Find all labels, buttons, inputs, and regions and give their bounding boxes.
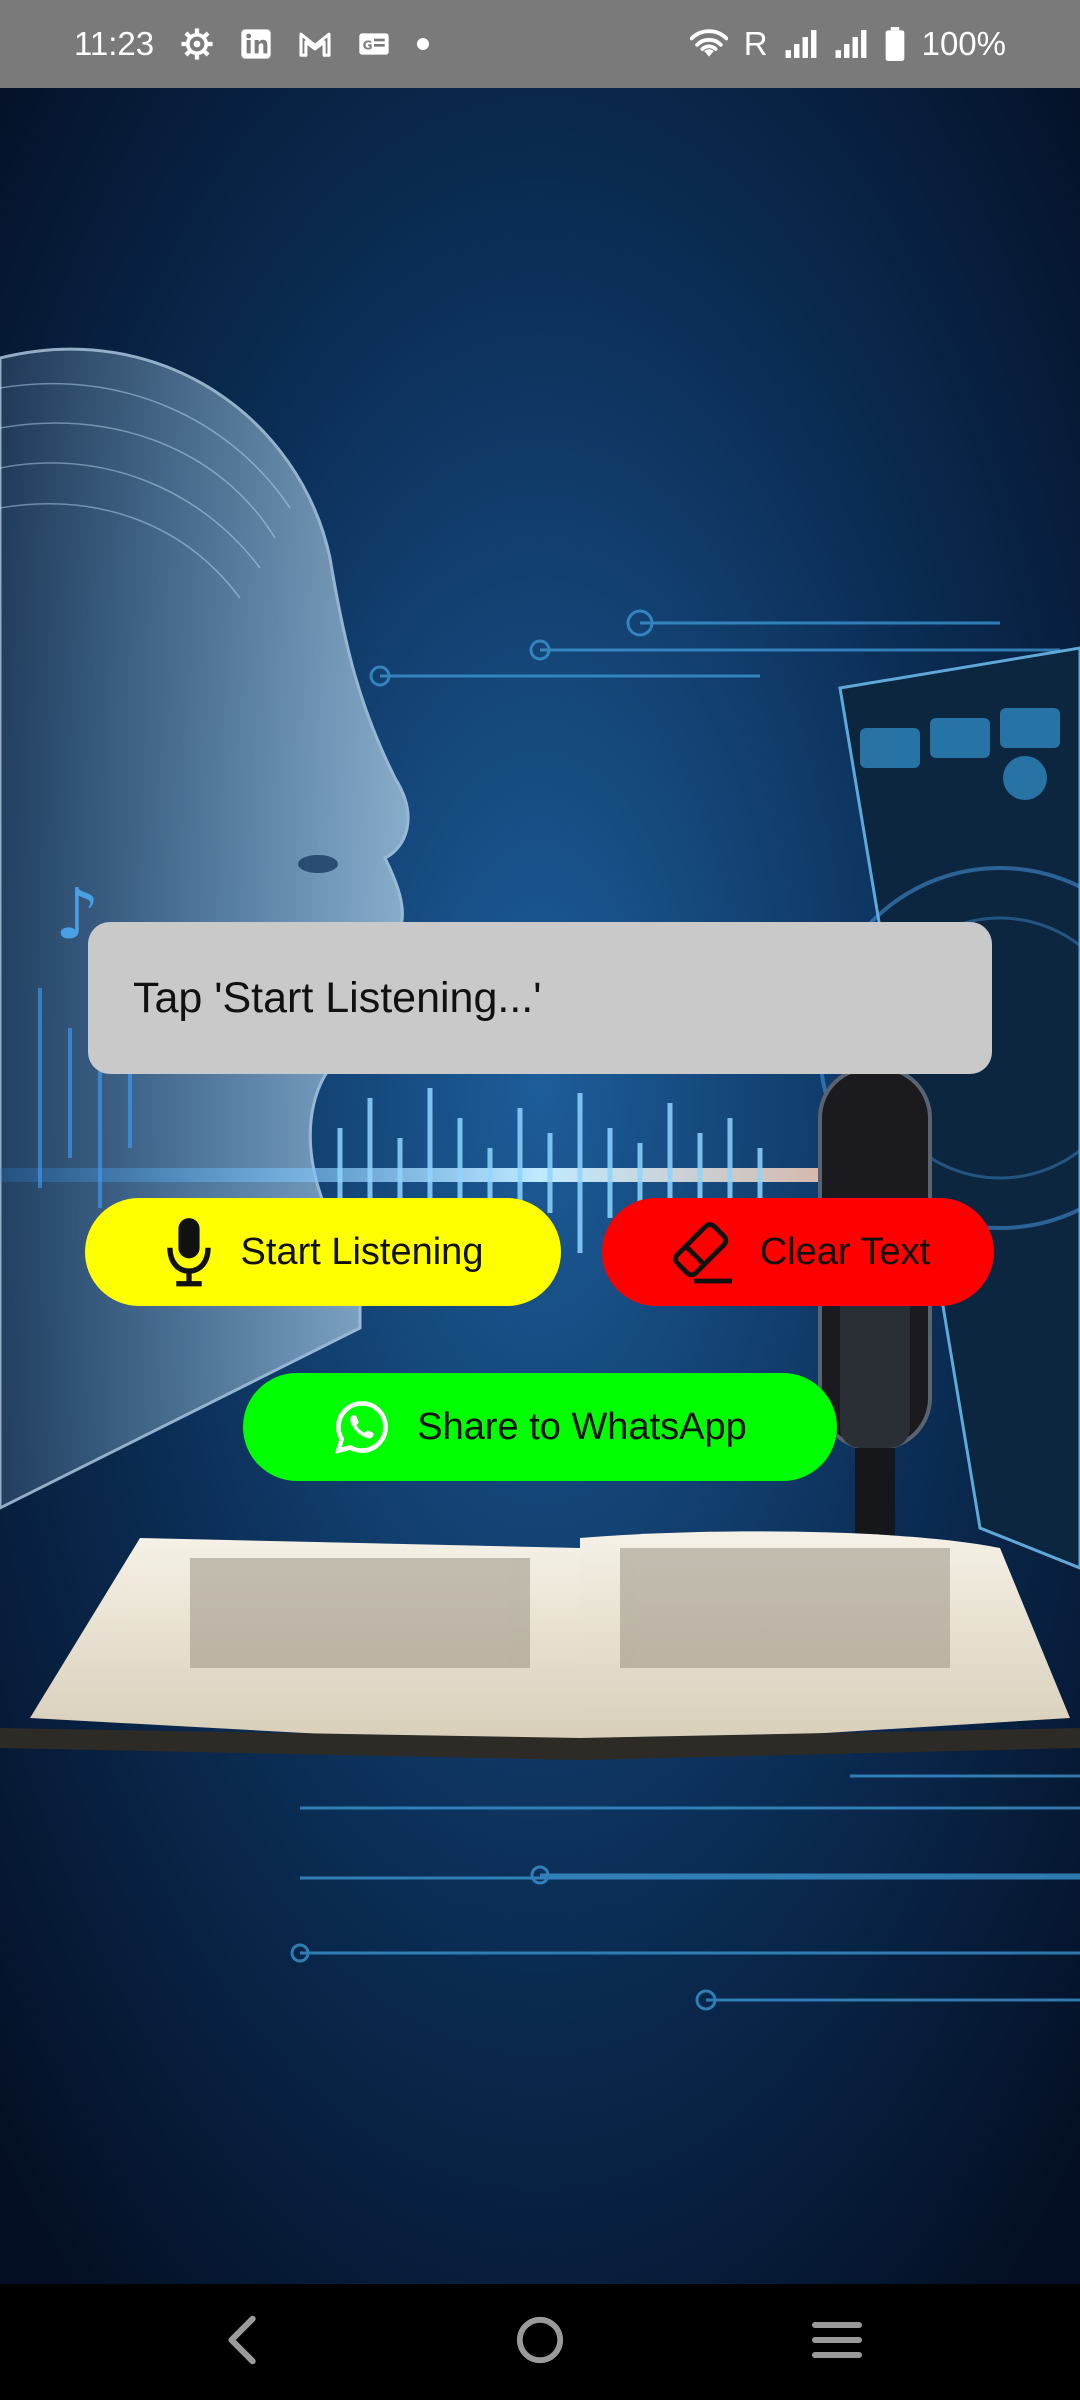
status-right: R 100% <box>689 25 1006 63</box>
recents-icon <box>811 2319 863 2366</box>
gmail-icon <box>298 30 332 58</box>
status-left: 11:23 G <box>74 25 430 63</box>
back-button[interactable] <box>183 2292 303 2392</box>
start-listening-label: Start Listening <box>240 1230 484 1273</box>
start-listening-button[interactable]: Start Listening <box>85 1198 561 1306</box>
navigation-bar <box>0 2284 1080 2400</box>
whatsapp-icon <box>333 1398 391 1456</box>
home-icon <box>515 2315 565 2370</box>
settings-icon <box>180 27 214 61</box>
signal-icon-2 <box>834 28 868 60</box>
svg-text:G: G <box>363 38 373 52</box>
background-artwork: ♪ <box>0 88 1080 2284</box>
battery-icon <box>884 27 906 61</box>
battery-percentage: 100% <box>921 25 1006 62</box>
notification-dot-icon <box>416 37 430 51</box>
eraser-icon <box>666 1219 734 1285</box>
speech-text: Tap 'Start Listening...' <box>133 973 542 1022</box>
app-screen: 11:23 G R 100% ♪ Tap 'Start Listening...… <box>0 0 1080 2400</box>
back-icon <box>223 2315 263 2370</box>
speech-text-display: Tap 'Start Listening...' <box>88 922 992 1074</box>
share-whatsapp-label: Share to WhatsApp <box>417 1405 747 1448</box>
news-icon: G <box>358 30 390 58</box>
linkedin-icon <box>240 28 272 60</box>
recents-button[interactable] <box>777 2292 897 2392</box>
clear-text-button[interactable]: Clear Text <box>602 1198 994 1306</box>
microphone-icon <box>163 1216 215 1288</box>
roaming-indicator: R <box>743 25 768 62</box>
signal-icon-1 <box>784 28 818 60</box>
status-time: 11:23 <box>74 25 155 62</box>
home-button[interactable] <box>480 2292 600 2392</box>
share-whatsapp-button[interactable]: Share to WhatsApp <box>243 1373 837 1481</box>
clear-text-label: Clear Text <box>759 1230 931 1273</box>
wifi-icon <box>689 28 728 60</box>
status-bar: 11:23 G R 100% <box>0 0 1080 88</box>
